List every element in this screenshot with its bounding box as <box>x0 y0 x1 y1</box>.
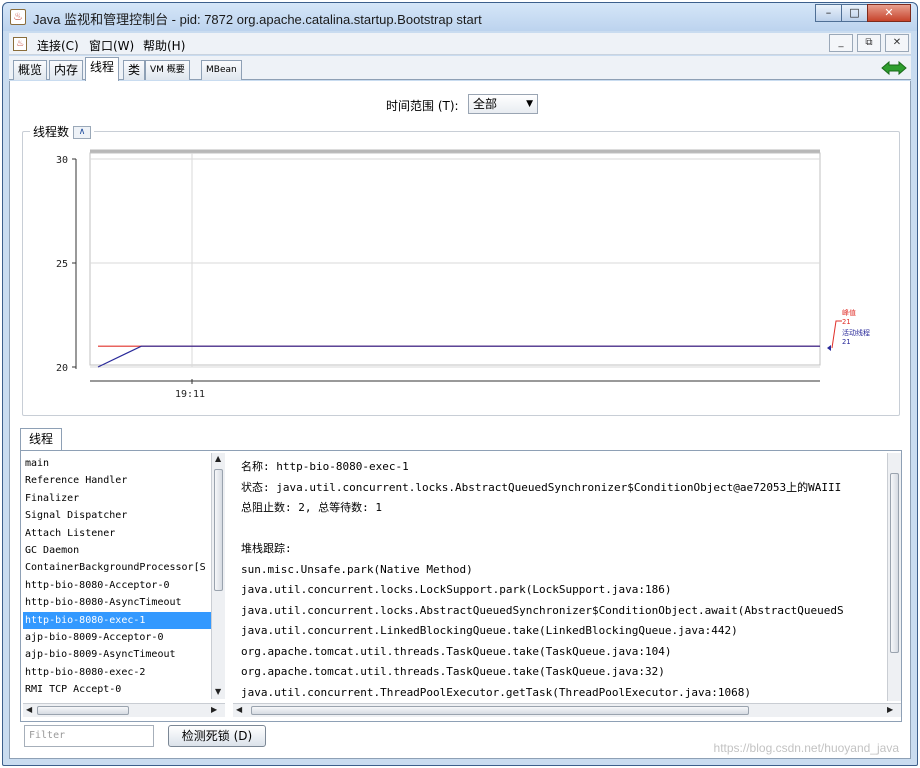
watermark: https://blog.csdn.net/huoyand_java <box>713 741 899 755</box>
thread-filter-input[interactable]: Filter <box>24 725 154 747</box>
stack-trace-line: java.util.concurrent.LinkedBlockingQueue… <box>241 624 738 637</box>
plot-area <box>89 152 821 366</box>
stack-trace-line: java.util.concurrent.locks.LockSupport.p… <box>241 583 672 596</box>
thread-list-item[interactable]: Finalizer <box>23 490 223 507</box>
tab-classes[interactable]: 类 <box>123 60 146 80</box>
thread-list-vscroll-thumb[interactable] <box>214 469 223 591</box>
legend-connector-peak <box>831 320 842 349</box>
mdi-restore-button[interactable]: ⧉ <box>857 34 881 52</box>
minimize-button[interactable]: – <box>815 4 842 22</box>
thread-list-hscroll[interactable]: ◀ ▶ <box>23 703 225 717</box>
thread-list[interactable]: main Reference Handler Finalizer Signal Dis… <box>23 455 223 705</box>
legend-series-name: 活动线程 <box>842 328 870 337</box>
mdi-controls: _ ⧉ ✕ <box>829 34 909 52</box>
app-window: ♨ Java 监视和管理控制台 - pid: 7872 org.apache.c… <box>2 2 918 766</box>
legend: 峰值21活动线程21 <box>827 308 870 351</box>
window-title: Java 监视和管理控制台 - pid: 7872 org.apache.cat… <box>33 12 482 27</box>
detect-deadlock-button[interactable]: 检测死锁 (D) <box>168 725 266 747</box>
stack-trace-line: org.apache.tomcat.util.threads.TaskQueue… <box>241 665 665 678</box>
y-axis: 20 25 30 <box>56 155 77 374</box>
scroll-down-icon[interactable]: ▼ <box>215 687 221 696</box>
thread-list-item[interactable]: Attach Listener <box>23 525 223 542</box>
thread-list-item[interactable]: http-bio-8080-exec-2 <box>23 664 223 681</box>
scroll-up-icon[interactable]: ▲ <box>215 454 221 463</box>
y-tick-label: 25 <box>56 259 68 270</box>
y-tick-label: 30 <box>56 155 68 166</box>
thread-list-item[interactable]: GC Daemon <box>23 542 223 559</box>
legend-series-value: 21 <box>842 338 850 346</box>
thread-list-item[interactable]: Reference Handler <box>23 472 223 489</box>
tab-vm-summary[interactable]: VM 概要 <box>145 60 190 80</box>
threads-page: 时间范围 (T): 全部 ▼ 线程数 ∧ 20 25 30 19:11 峰值 21 活动线… <box>9 81 911 759</box>
detail-scroll-right-icon[interactable]: ▶ <box>887 705 893 714</box>
main-tabs: 概览 内存 线程 类 VM 概要 MBean <box>9 56 911 81</box>
tab-threads[interactable]: 线程 <box>85 57 120 81</box>
detail-vscroll[interactable] <box>887 453 901 701</box>
thread-list-item[interactable]: http-bio-8080-AsyncTimeout <box>23 594 223 611</box>
title-bar[interactable]: ♨ Java 监视和管理控制台 - pid: 7872 org.apache.c… <box>3 3 917 31</box>
detail-hscroll-thumb[interactable] <box>251 706 749 715</box>
stack-trace-line: org.apache.tomcat.util.threads.TaskQueue… <box>241 644 672 658</box>
tab-overview[interactable]: 概览 <box>13 60 48 80</box>
legend-marker <box>827 345 831 351</box>
scroll-left-icon[interactable]: ◀ <box>26 705 32 714</box>
thread-info-line: 名称: http-bio-8080-exec-1 <box>241 460 409 473</box>
stack-trace-line: java.util.concurrent.ThreadPoolExecutor.… <box>241 685 751 699</box>
thread-list-item[interactable]: http-bio-8080-Acceptor-0 <box>23 577 223 594</box>
legend-series-name: 峰值 <box>842 308 856 317</box>
menu-bar: ♨ 连接(C) 窗口(W) 帮助(H) _ ⧉ ✕ <box>9 33 911 55</box>
thread-detail: 名称: http-bio-8080-exec-1 状态: java.util.co… <box>241 457 893 703</box>
detail-vscroll-thumb[interactable] <box>890 473 899 653</box>
thread-count-chart: 202530 19:11 峰值21活动线程21 <box>56 149 870 400</box>
thread-list-item[interactable]: ajp-bio-8009-AsyncTimeout <box>23 646 223 663</box>
scroll-right-icon[interactable]: ▶ <box>211 705 217 714</box>
maximize-button[interactable]: □ <box>841 4 868 22</box>
stack-trace-line: 堆栈跟踪: <box>241 542 292 555</box>
thread-list-item[interactable]: RMI TCP Accept-0 <box>23 681 223 698</box>
mdi-minimize-button[interactable]: _ <box>829 34 853 52</box>
thread-info-line: 总阻止数: 2, 总等待数: 1 <box>241 501 382 514</box>
menu-window[interactable]: 窗口(W) <box>89 37 134 54</box>
thread-list-item[interactable]: http-bio-8080-exec-1 <box>23 611 223 629</box>
thread-info-line: 状态: java.util.concurrent.locks.AbstractQ… <box>241 480 842 494</box>
stack-trace-line: java.util.concurrent.locks.AbstractQueue… <box>241 603 844 617</box>
thread-list-item[interactable]: main <box>23 455 223 472</box>
threads-panel: main Reference Handler Finalizer Signal Dis… <box>20 450 902 722</box>
thread-list-vscroll[interactable]: ▲ ▼ <box>211 453 225 699</box>
detail-scroll-left-icon[interactable]: ◀ <box>236 705 242 714</box>
java-app-icon: ♨ <box>10 9 26 25</box>
x-axis: 19:11 <box>90 379 820 400</box>
legend-series-value: 21 <box>842 318 850 326</box>
connection-status-icon[interactable] <box>881 60 907 76</box>
stack-trace-line: sun.misc.Unsafe.park(Native Method) <box>241 562 473 576</box>
thread-list-hscroll-thumb[interactable] <box>37 706 129 715</box>
tab-mbean[interactable]: MBean <box>201 60 242 80</box>
y-tick-label: 20 <box>56 363 68 374</box>
menu-help[interactable]: 帮助(H) <box>143 37 185 54</box>
detail-hscroll[interactable]: ◀ ▶ <box>233 703 901 717</box>
java-menu-icon[interactable]: ♨ <box>13 37 27 51</box>
mdi-close-button[interactable]: ✕ <box>885 34 909 52</box>
tab-memory[interactable]: 内存 <box>49 60 84 80</box>
menu-connection[interactable]: 连接(C) <box>37 37 79 54</box>
window-controls: – □ ✕ <box>815 4 911 22</box>
thread-list-item[interactable]: ContainerBackgroundProcessor[S <box>23 559 223 576</box>
thread-list-item[interactable]: Signal Dispatcher <box>23 507 223 524</box>
thread-list-item[interactable]: ajp-bio-8009-Acceptor-0 <box>23 629 223 646</box>
x-tick-label: 19:11 <box>175 389 205 400</box>
close-button[interactable]: ✕ <box>867 4 911 22</box>
threads-subtab[interactable]: 线程 <box>20 428 63 450</box>
stack-trace-line <box>241 519 893 540</box>
